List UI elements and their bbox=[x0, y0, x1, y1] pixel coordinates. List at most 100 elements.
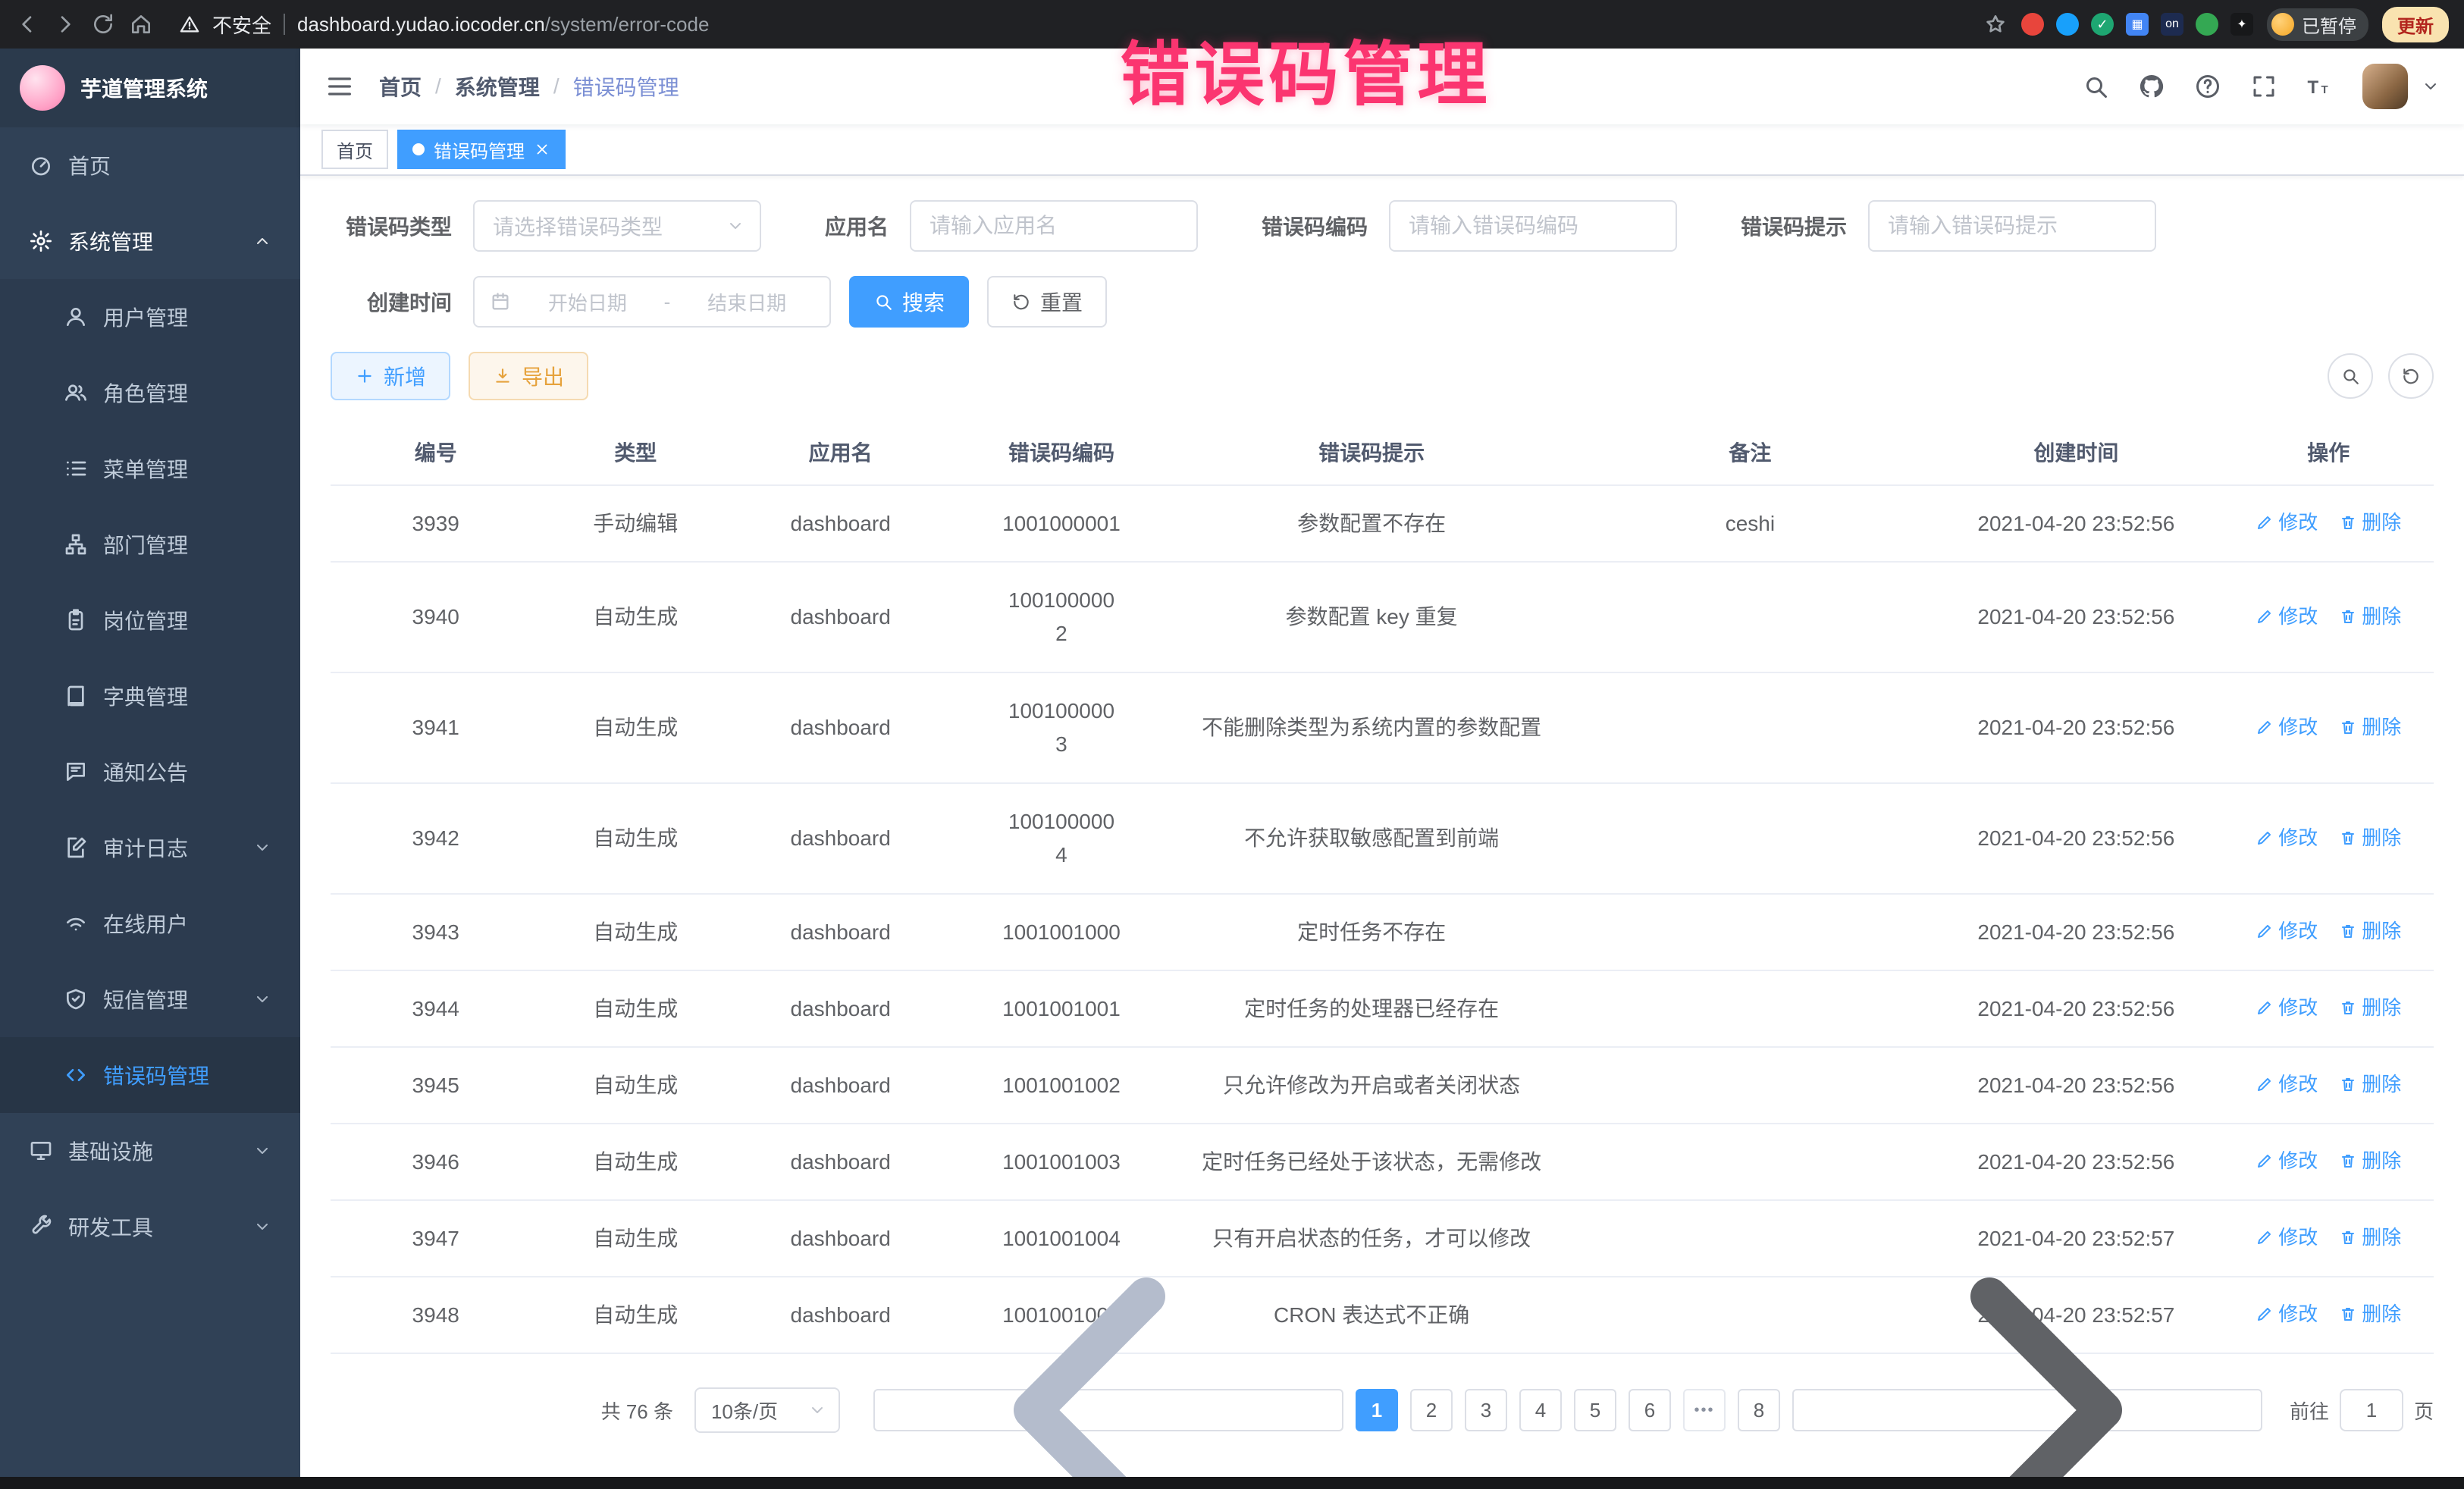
extension-blue-icon[interactable] bbox=[2056, 13, 2079, 36]
font-size-icon[interactable]: TT bbox=[2306, 73, 2334, 100]
delete-link[interactable]: 删除 bbox=[2339, 1299, 2401, 1329]
sidebar-logo-row[interactable]: 芋道管理系统 bbox=[0, 49, 300, 127]
sidebar-item-gear[interactable]: 系统管理 bbox=[0, 203, 300, 279]
delete-link[interactable]: 删除 bbox=[2339, 916, 2401, 946]
github-icon[interactable] bbox=[2138, 73, 2165, 100]
sidebar-item-dashboard[interactable]: 首页 bbox=[0, 127, 300, 203]
delete-link[interactable]: 删除 bbox=[2339, 823, 2401, 853]
next-page-button[interactable] bbox=[1792, 1389, 2262, 1431]
page-button-1[interactable]: 1 bbox=[1356, 1389, 1398, 1431]
delete-link[interactable]: 删除 bbox=[2339, 1069, 2401, 1099]
edit-link[interactable]: 修改 bbox=[2256, 1069, 2318, 1099]
edit-link[interactable]: 修改 bbox=[2256, 1299, 2318, 1329]
header-search-icon[interactable] bbox=[2082, 73, 2109, 100]
page-size-select[interactable]: 10条/页 bbox=[694, 1387, 840, 1433]
address-bar[interactable]: 不安全 dashboard.yudao.iocoder.cn/system/er… bbox=[167, 11, 1970, 39]
cell-code: 1001000003 bbox=[951, 672, 1171, 783]
add-button[interactable]: 新增 bbox=[331, 352, 450, 400]
tab-home[interactable]: 首页 bbox=[321, 130, 388, 169]
toggle-search-button[interactable] bbox=[2328, 353, 2373, 399]
edit-link[interactable]: 修改 bbox=[2256, 916, 2318, 946]
cell-time: 2021-04-20 23:52:56 bbox=[1929, 970, 2223, 1047]
cell-app: dashboard bbox=[730, 970, 951, 1047]
page-button-8[interactable]: 8 bbox=[1738, 1389, 1780, 1431]
sidebar-item-label: 系统管理 bbox=[68, 226, 153, 256]
sidebar-item-user[interactable]: 用户管理 bbox=[0, 279, 300, 355]
error-type-select[interactable]: 请选择错误码类型 bbox=[473, 200, 761, 252]
sidebar-item-org-tree[interactable]: 部门管理 bbox=[0, 506, 300, 582]
delete-link[interactable]: 删除 bbox=[2339, 1222, 2401, 1252]
edit-link[interactable]: 修改 bbox=[2256, 712, 2318, 742]
pagination-pages: 123456 ••• 8 bbox=[1350, 1389, 1786, 1431]
browser-home-icon[interactable] bbox=[129, 12, 153, 36]
bookmark-star-icon[interactable] bbox=[1983, 12, 2008, 36]
extension-grid-icon[interactable]: ▦ bbox=[2126, 13, 2149, 36]
page-button-4[interactable]: 4 bbox=[1519, 1389, 1562, 1431]
page-button-5[interactable]: 5 bbox=[1574, 1389, 1616, 1431]
breadcrumb-system[interactable]: 系统管理 bbox=[455, 71, 540, 102]
delete-link[interactable]: 删除 bbox=[2339, 712, 2401, 742]
extension-green-check-icon[interactable]: ✓ bbox=[2091, 13, 2114, 36]
user-avatar[interactable] bbox=[2362, 64, 2408, 109]
prev-page-button[interactable] bbox=[873, 1389, 1343, 1431]
error-code-input[interactable] bbox=[1389, 200, 1677, 252]
app-name-input[interactable] bbox=[910, 200, 1198, 252]
tab-close-icon[interactable] bbox=[534, 141, 550, 158]
pencil-icon bbox=[2256, 1152, 2274, 1170]
sidebar-item-users[interactable]: 角色管理 bbox=[0, 355, 300, 431]
docs-question-icon[interactable] bbox=[2194, 73, 2221, 100]
tab-error-code[interactable]: 错误码管理 bbox=[397, 130, 566, 169]
pencil-icon bbox=[2256, 998, 2274, 1017]
goto-page-input[interactable] bbox=[2340, 1389, 2403, 1431]
hamburger-icon[interactable] bbox=[324, 71, 355, 102]
refresh-table-button[interactable] bbox=[2388, 353, 2434, 399]
delete-link[interactable]: 删除 bbox=[2339, 507, 2401, 538]
avatar-caret-down-icon[interactable] bbox=[2422, 77, 2440, 96]
sidebar-item-error-code[interactable]: 错误码管理 bbox=[0, 1037, 300, 1113]
browser-update-button[interactable]: 更新 bbox=[2382, 7, 2449, 42]
sidebar-item-menu-list[interactable]: 菜单管理 bbox=[0, 431, 300, 506]
sidebar-item-devtool[interactable]: 研发工具 bbox=[0, 1189, 300, 1265]
export-button[interactable]: 导出 bbox=[469, 352, 588, 400]
sidebar-item-badge[interactable]: 岗位管理 bbox=[0, 582, 300, 658]
cell-id: 3944 bbox=[331, 970, 541, 1047]
browser-reload-icon[interactable] bbox=[91, 12, 115, 36]
browser-back-icon[interactable] bbox=[15, 12, 39, 36]
sidebar-item-infra[interactable]: 基础设施 bbox=[0, 1113, 300, 1189]
edit-link[interactable]: 修改 bbox=[2256, 507, 2318, 538]
delete-link[interactable]: 删除 bbox=[2339, 992, 2401, 1023]
sidebar-item-online-user[interactable]: 在线用户 bbox=[0, 886, 300, 961]
breadcrumb-home[interactable]: 首页 bbox=[379, 71, 422, 102]
page-button-3[interactable]: 3 bbox=[1465, 1389, 1507, 1431]
column-header-5: 备注 bbox=[1572, 418, 1930, 485]
sidebar-item-dict[interactable]: 字典管理 bbox=[0, 658, 300, 734]
extension-on-icon[interactable]: on bbox=[2161, 13, 2183, 36]
fullscreen-icon[interactable] bbox=[2250, 73, 2277, 100]
extension-leaf-icon[interactable] bbox=[2196, 13, 2218, 36]
cell-id: 3945 bbox=[331, 1047, 541, 1124]
edit-link[interactable]: 修改 bbox=[2256, 1146, 2318, 1176]
page-button-2[interactable]: 2 bbox=[1410, 1389, 1453, 1431]
edit-link[interactable]: 修改 bbox=[2256, 1222, 2318, 1252]
search-button[interactable]: 搜索 bbox=[849, 276, 969, 328]
trash-icon bbox=[2339, 607, 2357, 625]
error-msg-input[interactable] bbox=[1868, 200, 2156, 252]
sidebar-item-announcement[interactable]: 通知公告 bbox=[0, 734, 300, 810]
edit-link[interactable]: 修改 bbox=[2256, 823, 2318, 853]
browser-forward-icon[interactable] bbox=[53, 12, 77, 36]
cell-actions: 修改删除 bbox=[2224, 1124, 2434, 1200]
edit-link[interactable]: 修改 bbox=[2256, 992, 2318, 1023]
extension-pin-icon[interactable]: ✦ bbox=[2230, 13, 2253, 36]
delete-link[interactable]: 删除 bbox=[2339, 601, 2401, 632]
extension-red-icon[interactable] bbox=[2021, 13, 2044, 36]
sidebar-item-sms[interactable]: 短信管理 bbox=[0, 961, 300, 1037]
profile-paused-chip[interactable]: 已暂停 bbox=[2267, 8, 2368, 41]
delete-link[interactable]: 删除 bbox=[2339, 1146, 2401, 1176]
page-button-6[interactable]: 6 bbox=[1629, 1389, 1671, 1431]
pagination-ellipsis[interactable]: ••• bbox=[1683, 1389, 1726, 1431]
edit-link[interactable]: 修改 bbox=[2256, 601, 2318, 632]
sidebar-item-audit-log[interactable]: 审计日志 bbox=[0, 810, 300, 886]
reset-button[interactable]: 重置 bbox=[987, 276, 1107, 328]
add-button-label: 新增 bbox=[384, 361, 426, 391]
create-time-range-picker[interactable]: 开始日期 - 结束日期 bbox=[473, 276, 831, 328]
